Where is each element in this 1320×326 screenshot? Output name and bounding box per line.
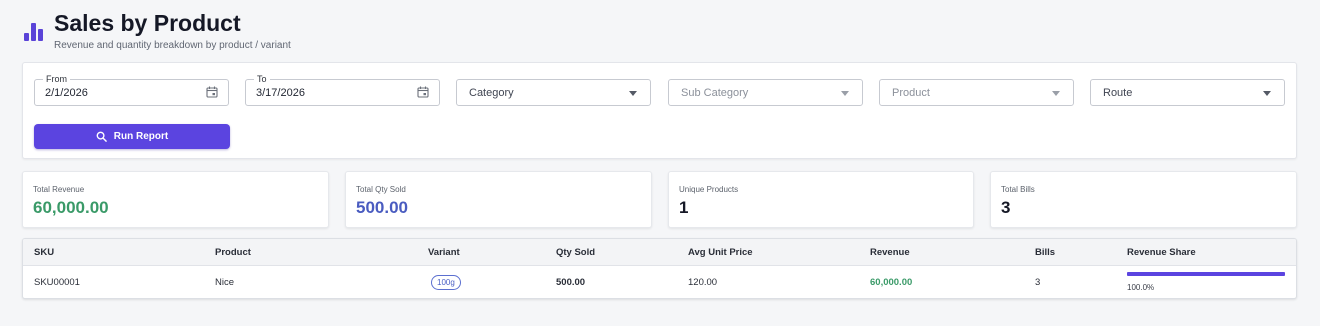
cell-sku: SKU00001 bbox=[34, 277, 80, 288]
chevron-down-icon bbox=[629, 91, 637, 96]
column-header-revenue[interactable]: Revenue bbox=[870, 247, 910, 258]
route-placeholder: Route bbox=[1103, 87, 1133, 99]
stat-label: Total Revenue bbox=[33, 185, 85, 194]
to-date-label: To bbox=[254, 73, 270, 85]
cell-bills: 3 bbox=[1035, 277, 1041, 288]
column-header-avg-unit-price[interactable]: Avg Unit Price bbox=[688, 247, 753, 258]
cell-product: Nice bbox=[215, 277, 235, 288]
stat-card-total-qty-sold: Total Qty Sold 500.00 bbox=[345, 171, 652, 228]
search-icon bbox=[96, 131, 107, 142]
table-row[interactable]: SKU00001 Nice 100g 500.00 120.00 60,000.… bbox=[23, 266, 1296, 298]
cell-avg-unit-price: 120.00 bbox=[688, 277, 718, 288]
sales-table: SKU Product Variant Qty Sold Avg Unit Pr… bbox=[22, 238, 1297, 299]
bar-chart-icon bbox=[24, 22, 45, 41]
column-header-revenue-share[interactable]: Revenue Share bbox=[1127, 247, 1196, 258]
from-date-field[interactable]: From 2/1/2026 bbox=[34, 73, 229, 106]
to-date-value: 3/17/2026 bbox=[256, 87, 305, 99]
cell-qty-sold: 500.00 bbox=[556, 277, 586, 288]
from-date-label: From bbox=[43, 73, 70, 85]
from-date-value: 2/1/2026 bbox=[45, 87, 88, 99]
category-placeholder: Category bbox=[469, 87, 514, 99]
revenue-share-fill bbox=[1127, 272, 1285, 276]
calendar-icon[interactable] bbox=[417, 86, 429, 98]
stat-label: Total Qty Sold bbox=[356, 185, 406, 194]
cell-revenue: 60,000.00 bbox=[870, 277, 913, 288]
page-subtitle: Revenue and quantity breakdown by produc… bbox=[54, 40, 291, 51]
revenue-share-text: 100.0% bbox=[1127, 283, 1155, 292]
filter-panel: From 2/1/2026 To 3/17/2026 Category Sub … bbox=[22, 62, 1297, 159]
column-header-variant[interactable]: Variant bbox=[428, 247, 460, 258]
chevron-down-icon bbox=[841, 91, 849, 96]
stat-card-total-bills: Total Bills 3 bbox=[990, 171, 1297, 228]
category-select[interactable]: Category bbox=[456, 79, 651, 106]
stat-value: 500.00 bbox=[356, 198, 408, 217]
chevron-down-icon bbox=[1052, 91, 1060, 96]
page-title: Sales by Product bbox=[54, 10, 241, 36]
run-report-label: Run Report bbox=[113, 131, 169, 142]
stat-value: 60,000.00 bbox=[33, 198, 109, 217]
sub-category-select[interactable]: Sub Category bbox=[668, 79, 863, 106]
stat-value: 3 bbox=[1001, 198, 1011, 217]
column-header-bills[interactable]: Bills bbox=[1035, 247, 1055, 258]
chevron-down-icon bbox=[1263, 91, 1271, 96]
column-header-product[interactable]: Product bbox=[215, 247, 251, 258]
stat-value: 1 bbox=[679, 198, 689, 217]
column-header-qty-sold[interactable]: Qty Sold bbox=[556, 247, 595, 258]
product-placeholder: Product bbox=[892, 87, 930, 99]
variant-chip: 100g bbox=[431, 275, 461, 290]
stat-label: Unique Products bbox=[679, 185, 739, 194]
to-date-field[interactable]: To 3/17/2026 bbox=[245, 73, 440, 106]
sub-category-placeholder: Sub Category bbox=[681, 87, 749, 99]
table-header: SKU Product Variant Qty Sold Avg Unit Pr… bbox=[23, 239, 1296, 266]
stat-card-unique-products: Unique Products 1 bbox=[668, 171, 974, 228]
calendar-icon[interactable] bbox=[206, 86, 218, 98]
column-header-sku[interactable]: SKU bbox=[34, 247, 54, 258]
stat-label: Total Bills bbox=[1001, 185, 1035, 194]
route-select[interactable]: Route bbox=[1090, 79, 1285, 106]
stat-card-total-revenue: Total Revenue 60,000.00 bbox=[22, 171, 329, 228]
revenue-share-bar bbox=[1127, 272, 1285, 276]
product-select[interactable]: Product bbox=[879, 79, 1074, 106]
run-report-button[interactable]: Run Report bbox=[34, 124, 230, 149]
